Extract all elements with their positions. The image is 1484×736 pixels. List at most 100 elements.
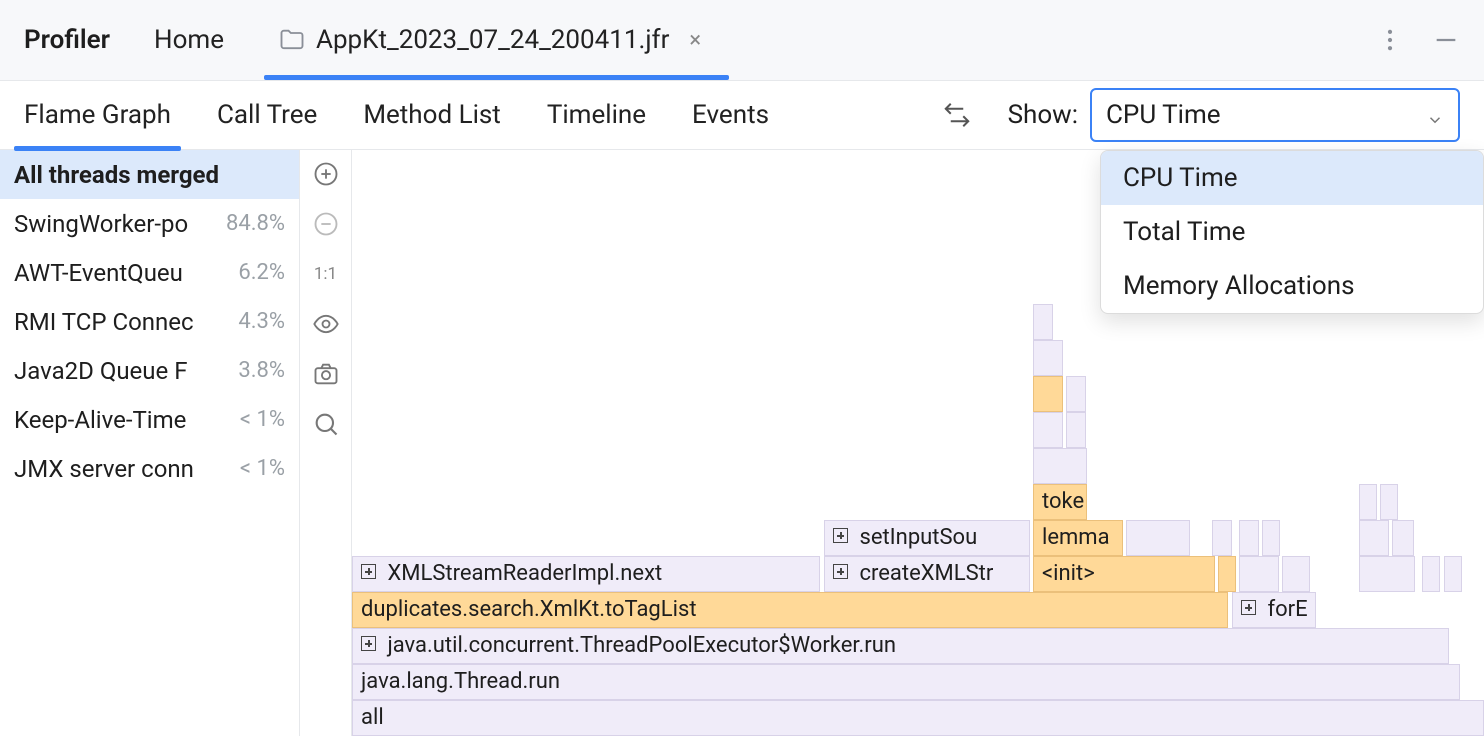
- flame-frame[interactable]: setInputSou: [824, 520, 1030, 556]
- flame-frame[interactable]: [1359, 556, 1415, 592]
- minimize-icon[interactable]: [1432, 26, 1460, 54]
- thread-pct: 4.3%: [225, 309, 285, 334]
- flame-frame[interactable]: [1359, 520, 1389, 556]
- flame-frame[interactable]: <init>: [1033, 556, 1215, 592]
- flame-frame[interactable]: XMLStreamReaderImpl.next: [352, 556, 820, 592]
- thread-name: JMX server conn: [14, 455, 225, 483]
- panel-title: Profiler: [24, 25, 110, 55]
- swap-icon[interactable]: [942, 100, 972, 130]
- thread-pct: 3.8%: [225, 358, 285, 383]
- dropdown-option[interactable]: CPU Time: [1101, 151, 1483, 205]
- flame-frame[interactable]: [1218, 556, 1236, 592]
- kebab-menu-icon[interactable]: [1376, 26, 1404, 54]
- thread-pct: 6.2%: [225, 260, 285, 285]
- flame-frame[interactable]: [1033, 304, 1053, 340]
- flame-frame[interactable]: [1066, 376, 1086, 412]
- flame-frame[interactable]: forE: [1232, 592, 1316, 628]
- close-icon[interactable]: ×: [689, 28, 701, 53]
- file-tab-name: AppKt_2023_07_24_200411.jfr: [316, 25, 669, 55]
- flame-frame[interactable]: [1033, 340, 1063, 376]
- thread-row[interactable]: All threads merged: [0, 150, 299, 199]
- tool-column: 1:1: [300, 150, 352, 736]
- zoom-in-icon[interactable]: [312, 160, 340, 188]
- thread-pct: 84.8%: [225, 211, 285, 236]
- frame-label: <init>: [1042, 561, 1095, 586]
- search-icon[interactable]: [312, 410, 340, 438]
- tab-flame-graph[interactable]: Flame Graph: [24, 80, 171, 150]
- thread-row[interactable]: Keep-Alive-Time < 1%: [0, 395, 299, 444]
- flame-frame[interactable]: java.util.concurrent.ThreadPoolExecutor$…: [352, 628, 1449, 664]
- flame-frame[interactable]: all: [352, 700, 1484, 736]
- thread-list: All threads merged SwingWorker-po 84.8% …: [0, 150, 300, 736]
- show-dropdown[interactable]: CPU Time: [1090, 88, 1460, 142]
- flame-frame[interactable]: [1282, 556, 1310, 592]
- expand-icon: [1241, 600, 1256, 615]
- frame-label: setInputSou: [859, 525, 977, 550]
- expand-icon: [833, 528, 848, 543]
- frame-label: createXMLStr: [859, 561, 993, 586]
- flame-frame[interactable]: [1126, 520, 1190, 556]
- flame-frame[interactable]: [1422, 556, 1440, 592]
- thread-name: RMI TCP Connec: [14, 308, 225, 336]
- frame-label: XMLStreamReaderImpl.next: [387, 561, 662, 586]
- flame-frame[interactable]: lemma: [1033, 520, 1123, 556]
- chevron-down-icon: [1426, 106, 1444, 124]
- thread-row[interactable]: JMX server conn < 1%: [0, 444, 299, 493]
- flame-frame[interactable]: toke: [1033, 484, 1087, 520]
- flame-frame[interactable]: java.lang.Thread.run: [352, 664, 1460, 700]
- dropdown-option[interactable]: Memory Allocations: [1101, 259, 1483, 313]
- frame-label: lemma: [1042, 525, 1110, 550]
- tab-call-tree[interactable]: Call Tree: [217, 80, 317, 150]
- frame-label: forE: [1267, 597, 1307, 622]
- thread-row[interactable]: AWT-EventQueu 6.2%: [0, 248, 299, 297]
- frame-label: toke: [1042, 489, 1084, 514]
- preview-icon[interactable]: [312, 310, 340, 338]
- thread-name: All threads merged: [14, 161, 225, 189]
- flame-frame[interactable]: [1033, 412, 1063, 448]
- frame-label: java.util.concurrent.ThreadPoolExecutor$…: [387, 633, 896, 658]
- expand-icon: [833, 564, 848, 579]
- flame-frame[interactable]: [1239, 556, 1279, 592]
- flame-frame[interactable]: [1239, 520, 1259, 556]
- flame-frame[interactable]: [1212, 520, 1232, 556]
- tab-method-list[interactable]: Method List: [363, 80, 501, 150]
- flame-frame[interactable]: [1359, 484, 1377, 520]
- flame-frame[interactable]: createXMLStr: [824, 556, 1030, 592]
- flame-frame[interactable]: [1033, 448, 1087, 484]
- thread-row[interactable]: Java2D Queue F 3.8%: [0, 346, 299, 395]
- flame-frame[interactable]: [1392, 520, 1414, 556]
- frame-label: all: [361, 705, 384, 730]
- frame-label: duplicates.search.XmlKt.toTagList: [361, 597, 697, 622]
- flame-frame[interactable]: [1262, 520, 1280, 556]
- expand-icon: [361, 636, 376, 651]
- zoom-ratio-label[interactable]: 1:1: [312, 260, 340, 288]
- header: Profiler Home AppKt_2023_07_24_200411.jf…: [0, 0, 1484, 80]
- thread-name: AWT-EventQueu: [14, 259, 225, 287]
- camera-icon[interactable]: [312, 360, 340, 388]
- show-dropdown-value: CPU Time: [1106, 100, 1221, 130]
- folder-icon: [278, 26, 306, 54]
- show-dropdown-popup: CPU Time Total Time Memory Allocations: [1100, 150, 1484, 314]
- flame-frame[interactable]: [1444, 556, 1462, 592]
- dropdown-option[interactable]: Total Time: [1101, 205, 1483, 259]
- show-label: Show:: [1008, 100, 1078, 130]
- flame-frame[interactable]: duplicates.search.XmlKt.toTagList: [352, 592, 1228, 628]
- tab-timeline[interactable]: Timeline: [547, 80, 646, 150]
- zoom-out-icon[interactable]: [312, 210, 340, 238]
- flame-frame[interactable]: [1033, 376, 1063, 412]
- flame-frame[interactable]: [1066, 412, 1086, 448]
- file-tab[interactable]: AppKt_2023_07_24_200411.jfr ×: [264, 0, 729, 80]
- frame-label: java.lang.Thread.run: [361, 669, 560, 694]
- view-tabs: Flame Graph Call Tree Method List Timeli…: [0, 80, 1484, 150]
- thread-name: Java2D Queue F: [14, 357, 225, 385]
- thread-pct: < 1%: [225, 456, 285, 481]
- thread-pct: < 1%: [225, 407, 285, 432]
- flame-frame[interactable]: [1380, 484, 1398, 520]
- tab-events[interactable]: Events: [692, 80, 769, 150]
- home-link[interactable]: Home: [154, 25, 224, 55]
- thread-row[interactable]: RMI TCP Connec 4.3%: [0, 297, 299, 346]
- thread-row[interactable]: SwingWorker-po 84.8%: [0, 199, 299, 248]
- expand-icon: [361, 564, 376, 579]
- thread-name: SwingWorker-po: [14, 210, 225, 238]
- thread-name: Keep-Alive-Time: [14, 406, 225, 434]
